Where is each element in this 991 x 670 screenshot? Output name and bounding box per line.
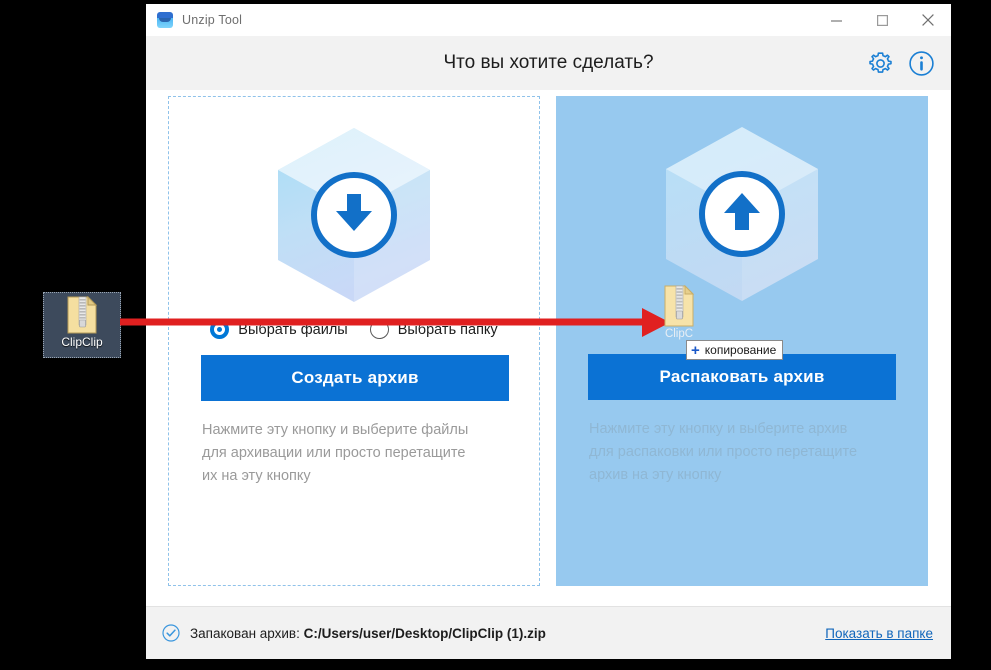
box-download-icon — [169, 121, 539, 309]
window-title: Unzip Tool — [182, 13, 243, 27]
box-upload-icon — [556, 120, 928, 308]
desktop-background: ClipClip Unzip Tool Что вы хотите сделат… — [0, 0, 991, 670]
create-archive-button[interactable]: Создать архив — [201, 355, 509, 401]
zip-file-icon — [65, 295, 99, 334]
radio-select-folder[interactable]: Выбрать папку — [369, 320, 498, 339]
radio-indicator-unselected[interactable] — [369, 320, 389, 339]
status-path: C:/Users/user/Desktop/ClipClip (1).zip — [303, 625, 546, 641]
desktop-icon-label: ClipClip — [61, 335, 103, 349]
extract-archive-description: Нажмите эту кнопку и выберите архив для … — [589, 421, 858, 483]
header-bar: Что вы хотите сделать? — [146, 36, 951, 90]
panel-extract-archive[interactable]: Распаковать архив Нажмите эту кнопку и в… — [556, 96, 928, 586]
header-actions — [867, 36, 935, 90]
create-archive-description: Нажмите эту кнопку и выберите файлы для … — [202, 422, 469, 484]
unzip-tool-window: Unzip Tool Что вы хотите сделать? Выбрат… — [146, 4, 951, 659]
status-label: Запакован архив: — [190, 625, 300, 641]
desktop-file-icon-clipclip[interactable]: ClipClip — [43, 292, 121, 358]
status-bar: Запакован архив: C:/Users/user/Desktop/C… — [146, 606, 951, 659]
radio-select-files[interactable]: Выбрать файлы — [210, 320, 348, 339]
panel-create-archive[interactable]: Выбрать файлы Выбрать папку Создать архи… — [168, 96, 540, 586]
close-button[interactable] — [905, 4, 951, 36]
check-circle-icon — [162, 624, 180, 642]
archive-source-radio-group[interactable]: Выбрать файлы Выбрать папку — [169, 320, 539, 339]
minimize-button[interactable] — [813, 4, 859, 36]
radio-label-files: Выбрать файлы — [238, 321, 348, 338]
window-controls — [813, 4, 951, 36]
window-titlebar: Unzip Tool — [146, 4, 951, 36]
maximize-button[interactable] — [859, 4, 905, 36]
radio-indicator-selected[interactable] — [210, 320, 230, 339]
page-title: Что вы хотите сделать? — [443, 52, 654, 73]
info-icon[interactable] — [908, 50, 935, 77]
status-message: Запакован архив: C:/Users/user/Desktop/C… — [190, 626, 546, 641]
show-in-folder-link[interactable]: Показать в папке — [825, 626, 933, 641]
gear-icon[interactable] — [867, 50, 894, 77]
unzip-tool-logo-icon — [157, 12, 173, 28]
extract-archive-button[interactable]: Распаковать архив — [588, 354, 896, 400]
main-content: Выбрать файлы Выбрать папку Создать архи… — [146, 90, 951, 606]
radio-label-folder: Выбрать папку — [397, 321, 498, 338]
